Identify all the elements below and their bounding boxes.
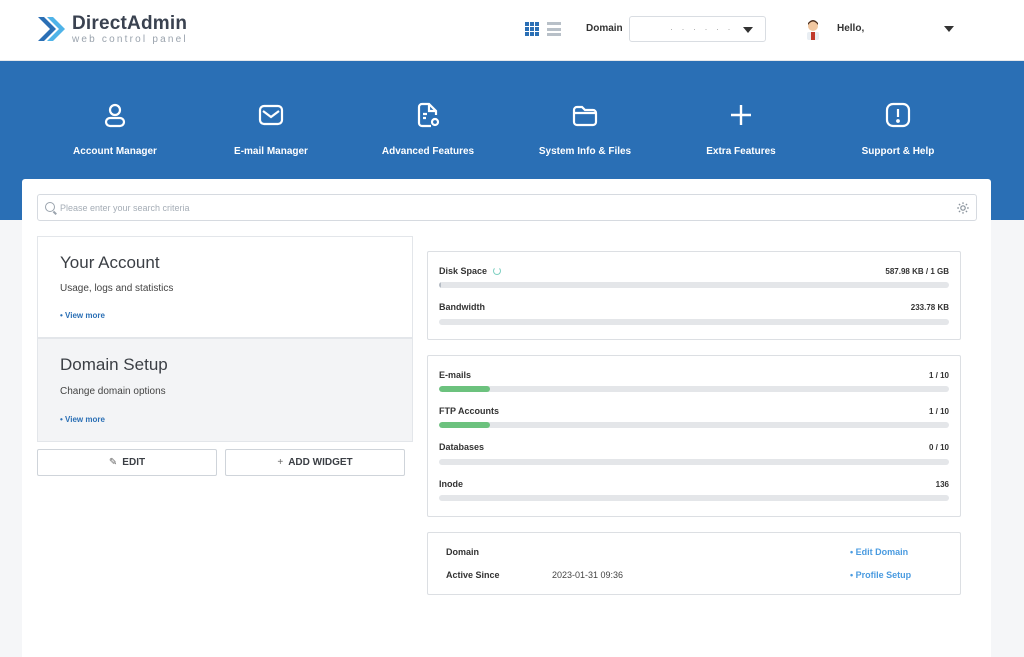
view-more-link[interactable]: • View more [60, 415, 105, 424]
nav-extra-features[interactable]: Extra Features [671, 101, 811, 157]
add-widget-button[interactable]: + ADD WIDGET [225, 449, 405, 476]
nav-label: E-mail Manager [234, 146, 308, 157]
bandwidth-label: Bandwidth [439, 302, 485, 312]
domain-info-label: Domain [446, 547, 480, 557]
active-since-label: Active Since [446, 570, 500, 580]
disk-space-label: Disk Space [439, 266, 502, 276]
envelope-icon [258, 104, 284, 126]
logo-tagline: web control panel [72, 33, 188, 45]
list-view-icon[interactable] [547, 22, 561, 36]
widget-description: Usage, logs and statistics [60, 283, 174, 294]
search-input[interactable] [60, 200, 940, 216]
logo-name: DirectAdmin [72, 12, 188, 34]
counts-box: E-mails 1 / 10 FTP Accounts 1 / 10 Datab… [427, 355, 961, 517]
nav-label: Account Manager [73, 146, 157, 157]
nav-support-help[interactable]: Support & Help [828, 101, 968, 157]
edit-button[interactable]: ✎ EDIT [37, 449, 217, 476]
nav-email-manager[interactable]: E-mail Manager [201, 101, 341, 157]
disk-space-value: 587.98 KB / 1 GB [885, 267, 949, 276]
emails-label: E-mails [439, 370, 472, 380]
exclamation-icon [885, 102, 911, 128]
nav-advanced-features[interactable]: Advanced Features [358, 101, 498, 157]
nav-label: System Info & Files [538, 146, 632, 157]
usage-box: Disk Space 587.98 KB / 1 GB Bandwidth 23… [427, 251, 961, 340]
user-greeting: Hello, [837, 23, 865, 34]
bandwidth-value: 233.78 KB [910, 303, 949, 312]
plus-icon [731, 105, 751, 125]
widget-description: Change domain options [60, 386, 166, 397]
ftp-accounts-label: FTP Accounts [439, 406, 500, 416]
disk-space-label-text: Disk Space [439, 266, 488, 276]
disk-space-bar [439, 282, 949, 288]
pencil-icon: ✎ [108, 457, 118, 468]
domain-select[interactable]: · · · · · · [629, 16, 766, 42]
plus-icon: + [277, 457, 284, 468]
gear-icon[interactable] [956, 201, 970, 215]
edit-button-label: EDIT [122, 457, 146, 468]
widget-your-account[interactable]: Your Account Usage, logs and statistics … [37, 236, 413, 338]
profile-setup-link[interactable]: • Profile Setup [850, 570, 911, 580]
add-widget-button-label: ADD WIDGET [288, 457, 353, 468]
nav-label: Support & Help [861, 146, 935, 157]
main-panel: Your Account Usage, logs and statistics … [22, 179, 991, 657]
nav-label: Advanced Features [381, 146, 475, 157]
databases-label: Databases [439, 442, 485, 452]
top-header: DirectAdmin web control panel Domain · ·… [0, 0, 1024, 61]
inode-value: 136 [935, 480, 949, 489]
user-icon [104, 103, 126, 128]
domain-info-box: Domain • Edit Domain Active Since 2023-0… [427, 532, 961, 595]
inode-bar [439, 495, 949, 501]
inode-label: Inode [439, 479, 463, 489]
avatar[interactable] [804, 18, 822, 40]
widget-domain-setup[interactable]: Domain Setup Change domain options • Vie… [37, 338, 413, 442]
nav-label: Extra Features [706, 146, 776, 157]
grid-view-icon[interactable] [525, 22, 539, 36]
databases-value: 0 / 10 [928, 443, 949, 452]
logo-mark-icon [38, 17, 65, 41]
bandwidth-bar [439, 319, 949, 325]
databases-bar [439, 459, 949, 465]
domain-select-value: · · · · · · [670, 24, 734, 34]
nav-system-info-files[interactable]: System Info & Files [515, 101, 655, 157]
widget-title: Your Account [60, 253, 160, 272]
view-toggle [525, 22, 561, 36]
loading-spinner-icon [493, 267, 502, 275]
document-gear-icon [417, 102, 440, 128]
ftp-accounts-bar [439, 422, 949, 428]
user-menu-chevron-icon[interactable] [944, 26, 954, 32]
emails-bar [439, 386, 949, 392]
ftp-accounts-bar-fill [439, 422, 490, 428]
chevron-down-icon [743, 27, 753, 33]
search-bar [37, 194, 977, 221]
emails-bar-fill [439, 386, 490, 392]
ftp-accounts-value: 1 / 10 [928, 407, 949, 416]
view-more-link[interactable]: • View more [60, 311, 105, 320]
widget-title: Domain Setup [60, 355, 168, 374]
domain-label: Domain [586, 23, 623, 34]
search-icon [45, 202, 55, 212]
edit-domain-link[interactable]: • Edit Domain [850, 547, 908, 557]
active-since-value: 2023-01-31 09:36 [552, 570, 624, 580]
nav-account-manager[interactable]: Account Manager [45, 101, 185, 157]
disk-space-bar-fill [439, 282, 441, 288]
logo[interactable]: DirectAdmin web control panel [36, 12, 188, 46]
folder-icon [572, 105, 598, 127]
emails-value: 1 / 10 [928, 371, 949, 380]
